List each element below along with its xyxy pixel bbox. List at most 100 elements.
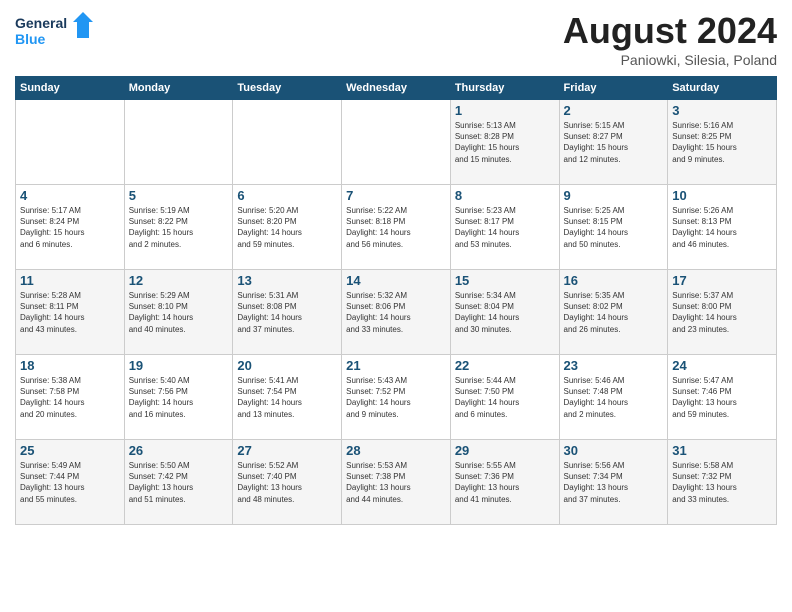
calendar-week-row: 4Sunrise: 5:17 AM Sunset: 8:24 PM Daylig… bbox=[16, 185, 777, 270]
logo: General Blue bbox=[15, 10, 95, 55]
day-number: 6 bbox=[237, 188, 337, 203]
day-info: Sunrise: 5:38 AM Sunset: 7:58 PM Dayligh… bbox=[20, 375, 120, 420]
calendar-week-row: 1 Sunrise: 5:13 AM Sunset: 8:28 PM Daylig… bbox=[16, 100, 777, 185]
calendar-cell: 18 Sunrise: 5:38 AM Sunset: 7:58 PM Dayli… bbox=[16, 355, 125, 440]
calendar-cell: 9Sunrise: 5:25 AM Sunset: 8:15 PM Daylig… bbox=[559, 185, 668, 270]
day-number: 18 bbox=[20, 358, 120, 373]
calendar-cell: 26 Sunrise: 5:50 AM Sunset: 7:42 PM Dayli… bbox=[124, 440, 233, 525]
header: General Blue August 2024 Paniowki, Siles… bbox=[15, 10, 777, 68]
day-info: Sunrise: 5:53 AM Sunset: 7:38 PM Dayligh… bbox=[346, 460, 446, 505]
day-info: Sunrise: 5:58 AM Sunset: 7:32 PM Dayligh… bbox=[672, 460, 772, 505]
day-info: Sunrise: 5:25 AM Sunset: 8:15 PM Dayligh… bbox=[564, 205, 664, 250]
calendar-cell: 17Sunrise: 5:37 AM Sunset: 8:00 PM Dayli… bbox=[668, 270, 777, 355]
calendar-cell: 29Sunrise: 5:55 AM Sunset: 7:36 PM Dayli… bbox=[450, 440, 559, 525]
day-number: 31 bbox=[672, 443, 772, 458]
calendar-cell: 19Sunrise: 5:40 AM Sunset: 7:56 PM Dayli… bbox=[124, 355, 233, 440]
calendar-week-row: 18 Sunrise: 5:38 AM Sunset: 7:58 PM Dayli… bbox=[16, 355, 777, 440]
header-thursday: Thursday bbox=[450, 77, 559, 100]
day-number: 23 bbox=[564, 358, 664, 373]
day-info: Sunrise: 5:50 AM Sunset: 7:42 PM Dayligh… bbox=[129, 460, 229, 505]
calendar-cell bbox=[233, 100, 342, 185]
day-number: 27 bbox=[237, 443, 337, 458]
calendar-cell: 31 Sunrise: 5:58 AM Sunset: 7:32 PM Dayli… bbox=[668, 440, 777, 525]
calendar-cell: 1 Sunrise: 5:13 AM Sunset: 8:28 PM Daylig… bbox=[450, 100, 559, 185]
day-info: Sunrise: 5:19 AM Sunset: 8:22 PM Dayligh… bbox=[129, 205, 229, 250]
day-info: Sunrise: 5:22 AM Sunset: 8:18 PM Dayligh… bbox=[346, 205, 446, 250]
header-saturday: Saturday bbox=[668, 77, 777, 100]
day-info: Sunrise: 5:23 AM Sunset: 8:17 PM Dayligh… bbox=[455, 205, 555, 250]
day-number: 24 bbox=[672, 358, 772, 373]
day-number: 10 bbox=[672, 188, 772, 203]
calendar-cell: 7 Sunrise: 5:22 AM Sunset: 8:18 PM Daylig… bbox=[342, 185, 451, 270]
day-info: Sunrise: 5:56 AM Sunset: 7:34 PM Dayligh… bbox=[564, 460, 664, 505]
day-number: 7 bbox=[346, 188, 446, 203]
day-info: Sunrise: 5:26 AM Sunset: 8:13 PM Dayligh… bbox=[672, 205, 772, 250]
svg-text:General: General bbox=[15, 15, 67, 31]
day-info: Sunrise: 5:31 AM Sunset: 8:08 PM Dayligh… bbox=[237, 290, 337, 335]
day-number: 13 bbox=[237, 273, 337, 288]
day-number: 29 bbox=[455, 443, 555, 458]
calendar-cell: 28Sunrise: 5:53 AM Sunset: 7:38 PM Dayli… bbox=[342, 440, 451, 525]
day-number: 11 bbox=[20, 273, 120, 288]
calendar-cell bbox=[16, 100, 125, 185]
day-number: 15 bbox=[455, 273, 555, 288]
day-info: Sunrise: 5:34 AM Sunset: 8:04 PM Dayligh… bbox=[455, 290, 555, 335]
month-year: August 2024 bbox=[563, 10, 777, 52]
calendar-cell: 5 Sunrise: 5:19 AM Sunset: 8:22 PM Daylig… bbox=[124, 185, 233, 270]
day-info: Sunrise: 5:40 AM Sunset: 7:56 PM Dayligh… bbox=[129, 375, 229, 420]
calendar-cell: 8Sunrise: 5:23 AM Sunset: 8:17 PM Daylig… bbox=[450, 185, 559, 270]
header-wednesday: Wednesday bbox=[342, 77, 451, 100]
calendar-week-row: 11 Sunrise: 5:28 AM Sunset: 8:11 PM Dayli… bbox=[16, 270, 777, 355]
day-info: Sunrise: 5:35 AM Sunset: 8:02 PM Dayligh… bbox=[564, 290, 664, 335]
day-info: Sunrise: 5:43 AM Sunset: 7:52 PM Dayligh… bbox=[346, 375, 446, 420]
day-number: 1 bbox=[455, 103, 555, 118]
day-info: Sunrise: 5:15 AM Sunset: 8:27 PM Dayligh… bbox=[564, 120, 664, 165]
calendar-cell: 22Sunrise: 5:44 AM Sunset: 7:50 PM Dayli… bbox=[450, 355, 559, 440]
day-info: Sunrise: 5:28 AM Sunset: 8:11 PM Dayligh… bbox=[20, 290, 120, 335]
calendar-cell: 16Sunrise: 5:35 AM Sunset: 8:02 PM Dayli… bbox=[559, 270, 668, 355]
calendar-cell: 10 Sunrise: 5:26 AM Sunset: 8:13 PM Dayli… bbox=[668, 185, 777, 270]
calendar-cell: 21 Sunrise: 5:43 AM Sunset: 7:52 PM Dayli… bbox=[342, 355, 451, 440]
calendar-cell: 30Sunrise: 5:56 AM Sunset: 7:34 PM Dayli… bbox=[559, 440, 668, 525]
calendar-cell: 23 Sunrise: 5:46 AM Sunset: 7:48 PM Dayli… bbox=[559, 355, 668, 440]
calendar-table: Sunday Monday Tuesday Wednesday Thursday… bbox=[15, 76, 777, 525]
logo-svg: General Blue bbox=[15, 10, 95, 55]
day-info: Sunrise: 5:13 AM Sunset: 8:28 PM Dayligh… bbox=[455, 120, 555, 165]
calendar-cell: 4Sunrise: 5:17 AM Sunset: 8:24 PM Daylig… bbox=[16, 185, 125, 270]
location: Paniowki, Silesia, Poland bbox=[563, 52, 777, 68]
header-friday: Friday bbox=[559, 77, 668, 100]
calendar-cell bbox=[342, 100, 451, 185]
day-number: 14 bbox=[346, 273, 446, 288]
weekday-header-row: Sunday Monday Tuesday Wednesday Thursday… bbox=[16, 77, 777, 100]
day-info: Sunrise: 5:29 AM Sunset: 8:10 PM Dayligh… bbox=[129, 290, 229, 335]
calendar-cell: 24Sunrise: 5:47 AM Sunset: 7:46 PM Dayli… bbox=[668, 355, 777, 440]
day-info: Sunrise: 5:20 AM Sunset: 8:20 PM Dayligh… bbox=[237, 205, 337, 250]
day-number: 26 bbox=[129, 443, 229, 458]
day-info: Sunrise: 5:16 AM Sunset: 8:25 PM Dayligh… bbox=[672, 120, 772, 165]
calendar-cell: 6 Sunrise: 5:20 AM Sunset: 8:20 PM Daylig… bbox=[233, 185, 342, 270]
day-number: 5 bbox=[129, 188, 229, 203]
title-block: August 2024 Paniowki, Silesia, Poland bbox=[563, 10, 777, 68]
calendar-cell: 2 Sunrise: 5:15 AM Sunset: 8:27 PM Daylig… bbox=[559, 100, 668, 185]
calendar-cell: 25Sunrise: 5:49 AM Sunset: 7:44 PM Dayli… bbox=[16, 440, 125, 525]
day-info: Sunrise: 5:32 AM Sunset: 8:06 PM Dayligh… bbox=[346, 290, 446, 335]
header-sunday: Sunday bbox=[16, 77, 125, 100]
day-number: 21 bbox=[346, 358, 446, 373]
calendar-cell: 3Sunrise: 5:16 AM Sunset: 8:25 PM Daylig… bbox=[668, 100, 777, 185]
day-number: 20 bbox=[237, 358, 337, 373]
calendar-cell: 11 Sunrise: 5:28 AM Sunset: 8:11 PM Dayli… bbox=[16, 270, 125, 355]
calendar-cell: 20 Sunrise: 5:41 AM Sunset: 7:54 PM Dayli… bbox=[233, 355, 342, 440]
day-info: Sunrise: 5:46 AM Sunset: 7:48 PM Dayligh… bbox=[564, 375, 664, 420]
page-container: General Blue August 2024 Paniowki, Siles… bbox=[0, 0, 792, 535]
calendar-week-row: 25Sunrise: 5:49 AM Sunset: 7:44 PM Dayli… bbox=[16, 440, 777, 525]
day-number: 17 bbox=[672, 273, 772, 288]
day-info: Sunrise: 5:41 AM Sunset: 7:54 PM Dayligh… bbox=[237, 375, 337, 420]
calendar-cell: 14 Sunrise: 5:32 AM Sunset: 8:06 PM Dayli… bbox=[342, 270, 451, 355]
day-number: 12 bbox=[129, 273, 229, 288]
calendar-cell: 27Sunrise: 5:52 AM Sunset: 7:40 PM Dayli… bbox=[233, 440, 342, 525]
day-number: 2 bbox=[564, 103, 664, 118]
calendar-cell: 13 Sunrise: 5:31 AM Sunset: 8:08 PM Dayli… bbox=[233, 270, 342, 355]
day-number: 25 bbox=[20, 443, 120, 458]
day-number: 22 bbox=[455, 358, 555, 373]
calendar-cell: 12 Sunrise: 5:29 AM Sunset: 8:10 PM Dayli… bbox=[124, 270, 233, 355]
